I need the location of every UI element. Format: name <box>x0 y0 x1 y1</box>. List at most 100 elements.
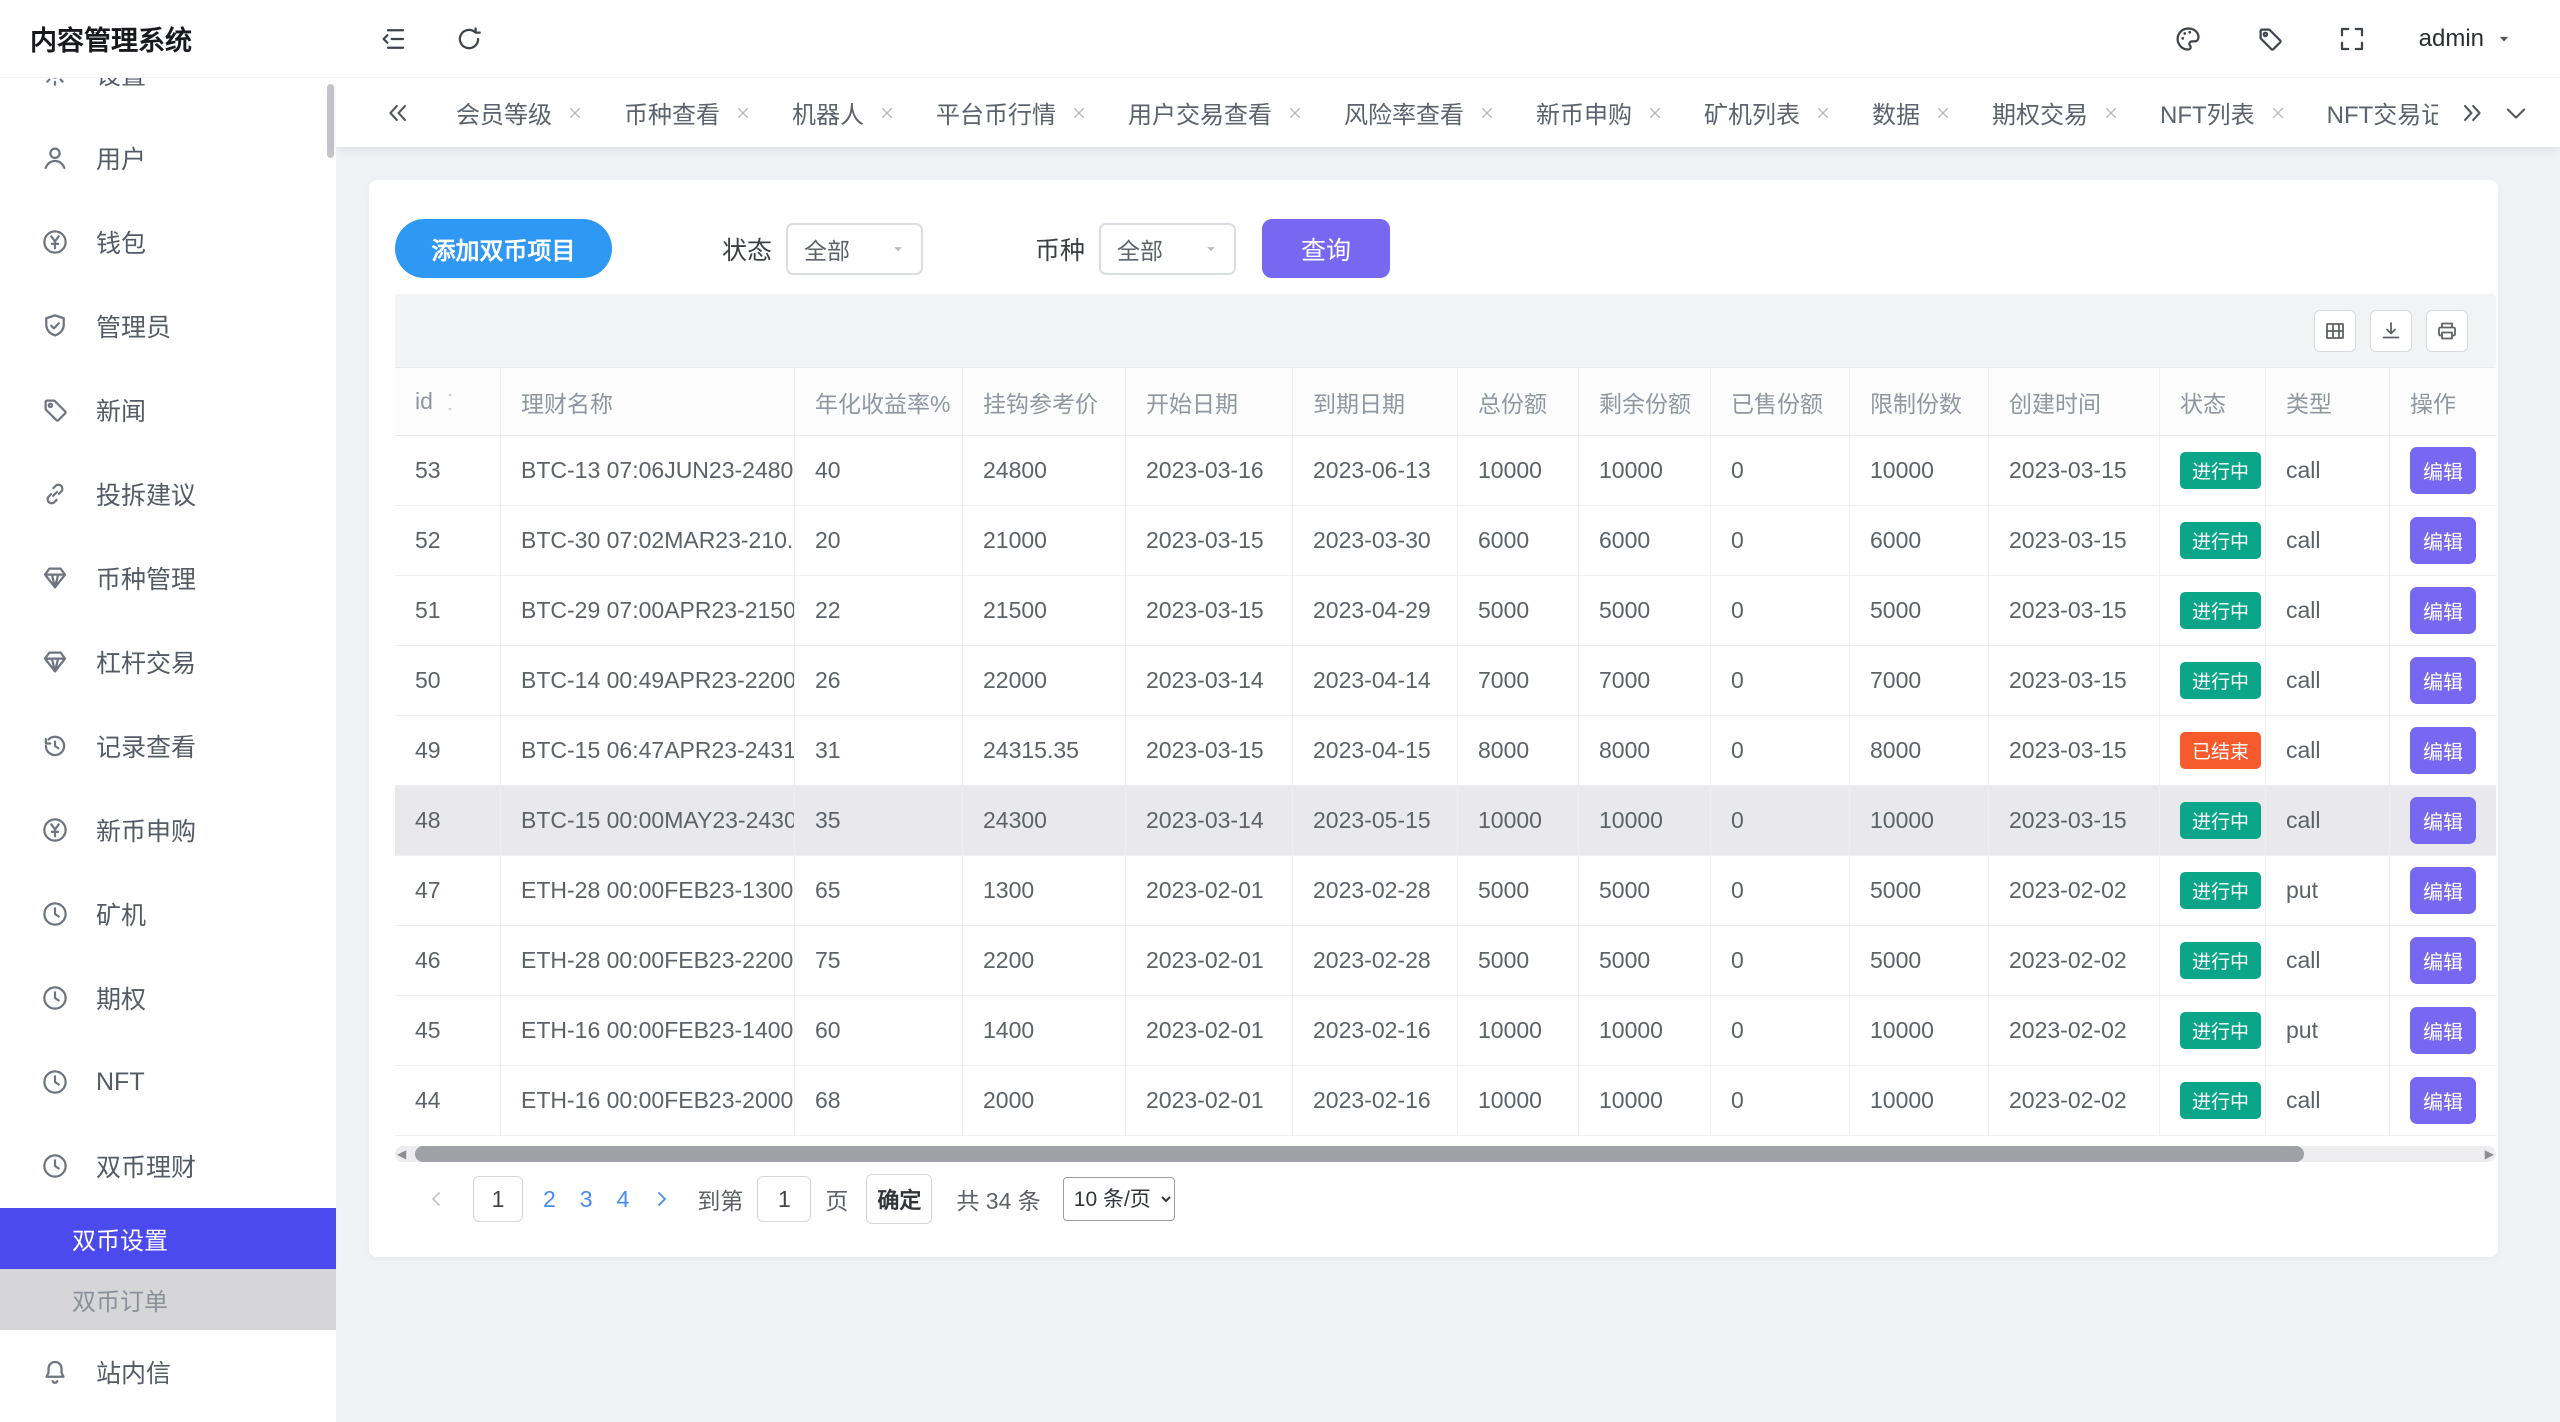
cell-remaining: 10000 <box>1579 1066 1711 1135</box>
tab-item-11[interactable]: NFT交易记录 <box>2327 95 2438 130</box>
cell-rate: 26 <box>795 646 963 715</box>
sidebar-item-2[interactable]: 钱包 <box>0 200 336 284</box>
edit-button[interactable]: 编辑 <box>2410 1077 2476 1124</box>
tabs-scroll-right-icon[interactable] <box>2458 99 2486 127</box>
page-jump-input[interactable] <box>757 1176 811 1222</box>
column-header-11: 状态 <box>2160 368 2266 435</box>
close-icon[interactable] <box>1646 104 1664 122</box>
sidebar-item-9[interactable]: 新币申购 <box>0 788 336 872</box>
close-icon[interactable] <box>1286 104 1304 122</box>
collapse-sidebar-icon[interactable] <box>378 24 408 54</box>
fullscreen-icon[interactable] <box>2337 24 2367 54</box>
edit-button[interactable]: 编辑 <box>2410 657 2476 704</box>
cell-end: 2023-04-15 <box>1293 716 1458 785</box>
table-row: 45ETH-16 00:00FEB23-1400-P6014002023-02-… <box>395 996 2496 1066</box>
tag-icon[interactable] <box>2255 24 2285 54</box>
cell-start: 2023-02-01 <box>1126 856 1293 925</box>
sidebar-item-10[interactable]: 矿机 <box>0 872 336 956</box>
sidebar-item-7[interactable]: 杠杆交易 <box>0 620 336 704</box>
sidebar-item-1[interactable]: 用户 <box>0 116 336 200</box>
cell-type: put <box>2266 856 2390 925</box>
scroll-left-icon[interactable]: ◀ <box>397 1147 406 1161</box>
sidebar-item-0[interactable]: 设置 <box>0 78 336 116</box>
sidebar-item-15[interactable]: 双币订单 <box>0 1269 336 1330</box>
cell-created: 2023-02-02 <box>1989 926 2160 995</box>
confirm-page-button[interactable]: 确定 <box>866 1174 932 1224</box>
tab-item-4[interactable]: 用户交易查看 <box>1128 95 1304 130</box>
edit-button[interactable]: 编辑 <box>2410 517 2476 564</box>
tab-item-7[interactable]: 矿机列表 <box>1704 95 1832 130</box>
query-button[interactable]: 查询 <box>1262 219 1390 278</box>
tab-item-8[interactable]: 数据 <box>1872 95 1952 130</box>
sidebar-item-4[interactable]: 新闻 <box>0 368 336 452</box>
close-icon[interactable] <box>878 104 896 122</box>
tab-item-9[interactable]: 期权交易 <box>1992 95 2120 130</box>
close-icon[interactable] <box>1814 104 1832 122</box>
edit-button[interactable]: 编辑 <box>2410 727 2476 774</box>
tabs-scroll-left-icon[interactable] <box>384 99 412 127</box>
close-icon[interactable] <box>566 104 584 122</box>
coin-select[interactable]: 全部 <box>1099 223 1236 275</box>
close-icon[interactable] <box>2102 104 2120 122</box>
sidebar-item-6[interactable]: 币种管理 <box>0 536 336 620</box>
edit-button[interactable]: 编辑 <box>2410 447 2476 494</box>
edit-button[interactable]: 编辑 <box>2410 587 2476 634</box>
page-number-3[interactable]: 3 <box>580 1186 593 1213</box>
prev-page-icon[interactable] <box>425 1187 449 1211</box>
page-number-1[interactable]: 1 <box>473 1176 523 1222</box>
tab-item-0[interactable]: 会员等级 <box>456 95 584 130</box>
sidebar-item-13[interactable]: 双币理财 <box>0 1124 336 1208</box>
sidebar-item-3[interactable]: 管理员 <box>0 284 336 368</box>
close-icon[interactable] <box>1070 104 1088 122</box>
cell-id: 44 <box>395 1066 501 1135</box>
download-icon[interactable] <box>2370 310 2412 352</box>
sidebar-item-16[interactable]: 站内信 <box>0 1330 336 1414</box>
refresh-icon[interactable] <box>454 24 484 54</box>
column-header-5: 到期日期 <box>1293 368 1458 435</box>
tab-item-5[interactable]: 风险率查看 <box>1344 95 1496 130</box>
tab-item-1[interactable]: 币种查看 <box>624 95 752 130</box>
columns-icon[interactable] <box>2314 310 2356 352</box>
column-header-0[interactable]: id <box>395 368 501 435</box>
edit-button[interactable]: 编辑 <box>2410 797 2476 844</box>
tabs-dropdown-icon[interactable] <box>2502 99 2530 127</box>
column-label: 剩余份额 <box>1599 385 1691 419</box>
print-icon[interactable] <box>2426 310 2468 352</box>
sidebar-item-5[interactable]: 投拆建议 <box>0 452 336 536</box>
edit-button[interactable]: 编辑 <box>2410 1007 2476 1054</box>
theme-icon[interactable] <box>2173 24 2203 54</box>
sidebar-scrollbar[interactable] <box>327 84 334 158</box>
edit-button[interactable]: 编辑 <box>2410 867 2476 914</box>
cell-id: 45 <box>395 996 501 1065</box>
status-select[interactable]: 全部 <box>786 223 923 275</box>
status-filter-label: 状态 <box>722 231 772 267</box>
page-number-4[interactable]: 4 <box>617 1186 630 1213</box>
close-icon[interactable] <box>734 104 752 122</box>
user-menu[interactable]: admin <box>2419 25 2514 53</box>
next-page-icon[interactable] <box>649 1187 673 1211</box>
add-dual-project-button[interactable]: 添加双币项目 <box>395 219 612 278</box>
scroll-right-icon[interactable]: ▶ <box>2485 1147 2494 1161</box>
sidebar-item-12[interactable]: NFT <box>0 1040 336 1124</box>
tab-item-10[interactable]: NFT列表 <box>2160 95 2287 130</box>
page-size-select[interactable]: 10 条/页 <box>1063 1177 1175 1221</box>
tab-item-2[interactable]: 机器人 <box>792 95 896 130</box>
sort-icon[interactable] <box>443 392 457 412</box>
sidebar-item-14[interactable]: 双币设置 <box>0 1208 336 1269</box>
scrollbar-thumb[interactable] <box>415 1146 2304 1162</box>
cell-end: 2023-06-13 <box>1293 436 1458 505</box>
clock-icon <box>40 1067 70 1097</box>
close-icon[interactable] <box>1934 104 1952 122</box>
tab-item-6[interactable]: 新币申购 <box>1536 95 1664 130</box>
cell-end: 2023-05-15 <box>1293 786 1458 855</box>
tab-item-3[interactable]: 平台币行情 <box>936 95 1088 130</box>
sidebar-item-11[interactable]: 期权 <box>0 956 336 1040</box>
sidebar-item-8[interactable]: 记录查看 <box>0 704 336 788</box>
cell-created: 2023-02-02 <box>1989 856 2160 925</box>
close-icon[interactable] <box>1478 104 1496 122</box>
cell-limit: 6000 <box>1850 506 1989 575</box>
edit-button[interactable]: 编辑 <box>2410 937 2476 984</box>
page-number-2[interactable]: 2 <box>543 1186 556 1213</box>
cell-action: 编辑 <box>2390 436 2496 505</box>
close-icon[interactable] <box>2269 104 2287 122</box>
